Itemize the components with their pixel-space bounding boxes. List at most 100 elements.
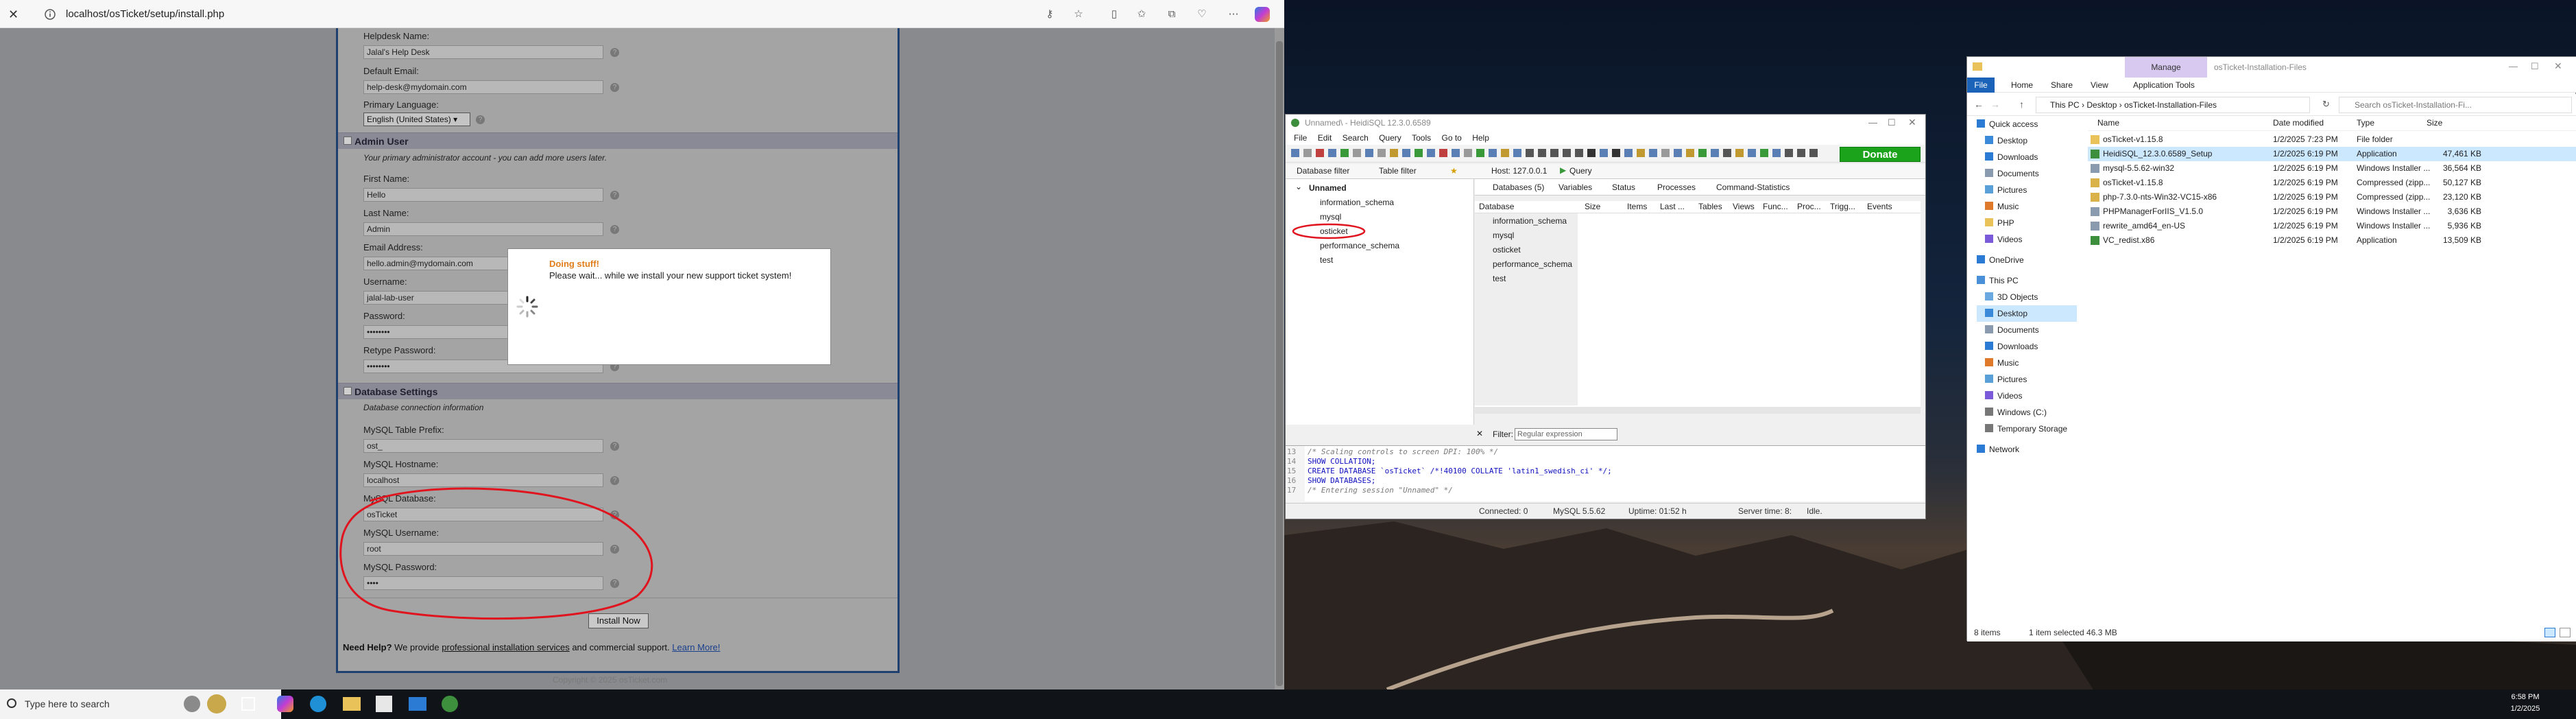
nav-item-pictures[interactable]: Pictures (1985, 182, 2027, 198)
nav-item-desktop[interactable]: Desktop (1977, 305, 2077, 322)
nav-item-temporary-storage[interactable]: Temporary Storage (1985, 421, 2067, 437)
taskbar-clock[interactable]: 6:58 PM 1/2/2025 (2501, 692, 2549, 715)
help-icon[interactable]: ? (476, 115, 485, 124)
maximize-button[interactable]: ☐ (2531, 61, 2539, 72)
copilot-icon[interactable] (277, 696, 293, 712)
menu-tools[interactable]: Tools (1412, 131, 1431, 145)
default-email-input[interactable]: help-desk@mydomain.com (363, 80, 603, 94)
col-functions[interactable]: Func... (1763, 202, 1788, 211)
section-collapse-icon[interactable] (344, 387, 352, 395)
last-name-input[interactable]: Admin (363, 222, 603, 236)
table-prefix-input[interactable]: ost_ (363, 439, 603, 453)
nav-item-php[interactable]: PHP (1985, 215, 2014, 231)
heidisql-taskbar-icon[interactable] (442, 696, 458, 712)
subtab-variables[interactable]: Variables (1558, 182, 1592, 192)
file-row[interactable]: PHPManagerForIIS_V1.5.0 1/2/2025 6:19 PM W… (2088, 204, 2576, 219)
col-triggers[interactable]: Trigg... (1830, 202, 1855, 211)
file-row[interactable]: mysql-5.5.62-win32 1/2/2025 6:19 PM Window… (2088, 161, 2576, 176)
grid-row-db[interactable]: osticket (1493, 245, 1521, 255)
tree-db-information-schema[interactable]: information_schema (1320, 196, 1394, 209)
col-database[interactable]: Database (1479, 202, 1514, 211)
nav-item-music[interactable]: Music (1985, 198, 2019, 215)
section-collapse-icon[interactable] (344, 137, 352, 145)
key-icon[interactable]: ⚷ (1044, 8, 1056, 21)
query-tab[interactable]: Query (1569, 166, 1592, 176)
grid-row-db[interactable]: test (1493, 274, 1506, 283)
nav-item-windows-c[interactable]: Windows (C:) (1985, 404, 2047, 421)
menu-goto[interactable]: Go to (1441, 131, 1461, 145)
forward-arrow-icon[interactable]: → (1990, 99, 2000, 110)
nav-item-downloads[interactable]: Downloads (1985, 338, 2038, 355)
nav-item-3d-objects[interactable]: 3D Objects (1985, 289, 2038, 305)
subtab-command-statistics[interactable]: Command-Statistics (1716, 182, 1790, 192)
edge-icon[interactable] (310, 696, 326, 712)
refresh-icon[interactable]: ↻ (2322, 99, 2330, 110)
breadcrumb-this-pc[interactable]: This PC (2050, 100, 2080, 110)
weather-icon[interactable] (207, 694, 226, 714)
address-bar[interactable]: localhost/osTicket/setup/install.php (66, 8, 224, 21)
grid-row-db[interactable]: performance_schema (1493, 259, 1572, 269)
nav-item-onedrive[interactable]: OneDrive (1977, 252, 2024, 268)
file-row[interactable]: HeidiSQL_12.3.0.6589_Setup 1/2/2025 6:19 … (2088, 147, 2576, 161)
installation-services-link[interactable]: professional installation services (442, 642, 569, 652)
nav-item-documents[interactable]: Documents (1985, 165, 2039, 182)
col-name[interactable]: Name (2097, 118, 2119, 128)
file-row[interactable]: osTicket-v1.15.8 1/2/2025 6:19 PM Compress… (2088, 176, 2576, 190)
star-icon[interactable]: ★ (1450, 166, 1458, 176)
scrollbar-thumb[interactable] (1276, 41, 1283, 686)
ribbon-share[interactable]: Share (2051, 80, 2073, 90)
back-arrow-icon[interactable]: ← (1974, 99, 1984, 110)
manage-tab[interactable]: Manage (2125, 57, 2207, 78)
file-row[interactable]: VC_redist.x86 1/2/2025 6:19 PM Application… (2088, 233, 2576, 248)
file-row[interactable]: osTicket-v1.15.8 1/2/2025 7:23 PM File fol… (2088, 132, 2576, 147)
col-size[interactable]: Size (1585, 202, 1600, 211)
donate-button[interactable]: Donate (1840, 147, 1921, 162)
menu-search[interactable]: Search (1343, 131, 1369, 145)
col-tables[interactable]: Tables (1698, 202, 1722, 211)
help-icon[interactable]: ? (610, 191, 619, 200)
nav-item-documents[interactable]: Documents (1985, 322, 2039, 338)
subtab-databases[interactable]: Databases (5) (1493, 182, 1544, 192)
close-button[interactable]: ✕ (1908, 117, 1916, 128)
col-views[interactable]: Views (1733, 202, 1755, 211)
col-date-modified[interactable]: Date modified (2273, 118, 2324, 128)
ribbon-view[interactable]: View (2091, 80, 2108, 90)
taskbar-search-placeholder[interactable]: Type here to search (25, 698, 110, 709)
search-input[interactable]: Search osTicket-Installation-Fi... (2339, 97, 2572, 113)
details-view-icon[interactable] (2544, 628, 2555, 637)
close-filter-icon[interactable]: ✕ (1476, 429, 1483, 438)
favorite-star-icon[interactable]: ☆ (1072, 8, 1085, 21)
tree-db-performance-schema[interactable]: performance_schema (1320, 239, 1399, 252)
grid-hscrollbar[interactable] (1475, 407, 1921, 414)
database-filter-tab[interactable]: Database filter (1297, 166, 1349, 176)
table-filter-tab[interactable]: Table filter (1379, 166, 1417, 176)
host-tab[interactable]: Host: 127.0.0.1 (1491, 166, 1547, 176)
filter-input[interactable]: Regular expression (1515, 428, 1617, 440)
col-procedures[interactable]: Proc... (1797, 202, 1821, 211)
up-arrow-icon[interactable]: ↑ (2019, 99, 2024, 110)
helpdesk-name-input[interactable]: Jalal's Help Desk (363, 45, 603, 59)
split-screen-icon[interactable]: ▯ (1108, 8, 1120, 21)
ribbon-file[interactable]: File (1967, 78, 1995, 93)
breadcrumb-desktop[interactable]: Desktop (2086, 100, 2117, 110)
nav-item-desktop[interactable]: Desktop (1985, 132, 2027, 149)
site-info-icon[interactable] (44, 8, 56, 21)
col-events[interactable]: Events (1867, 202, 1892, 211)
task-view-icon[interactable] (241, 697, 255, 711)
ribbon-application-tools[interactable]: Application Tools (2133, 80, 2195, 90)
nav-item-music[interactable]: Music (1985, 355, 2019, 371)
nav-item-pictures[interactable]: Pictures (1985, 371, 2027, 388)
copilot-icon[interactable] (1255, 7, 1270, 22)
close-button[interactable]: ✕ (2554, 60, 2562, 72)
maximize-button[interactable]: ☐ (1888, 117, 1896, 128)
toolbar-icons[interactable] (1286, 145, 1834, 163)
file-row[interactable]: rewrite_amd64_en-US 1/2/2025 6:19 PM Windo… (2088, 219, 2576, 233)
menu-query[interactable]: Query (1379, 131, 1401, 145)
col-last[interactable]: Last ... (1660, 202, 1685, 211)
first-name-input[interactable]: Hello (363, 188, 603, 202)
nav-item-network[interactable]: Network (1977, 441, 2019, 458)
help-icon[interactable]: ? (610, 442, 619, 451)
collections-icon[interactable]: ⧉ (1166, 8, 1178, 21)
ribbon-home[interactable]: Home (2011, 80, 2033, 90)
favorites-icon[interactable]: ✩ (1135, 8, 1148, 21)
